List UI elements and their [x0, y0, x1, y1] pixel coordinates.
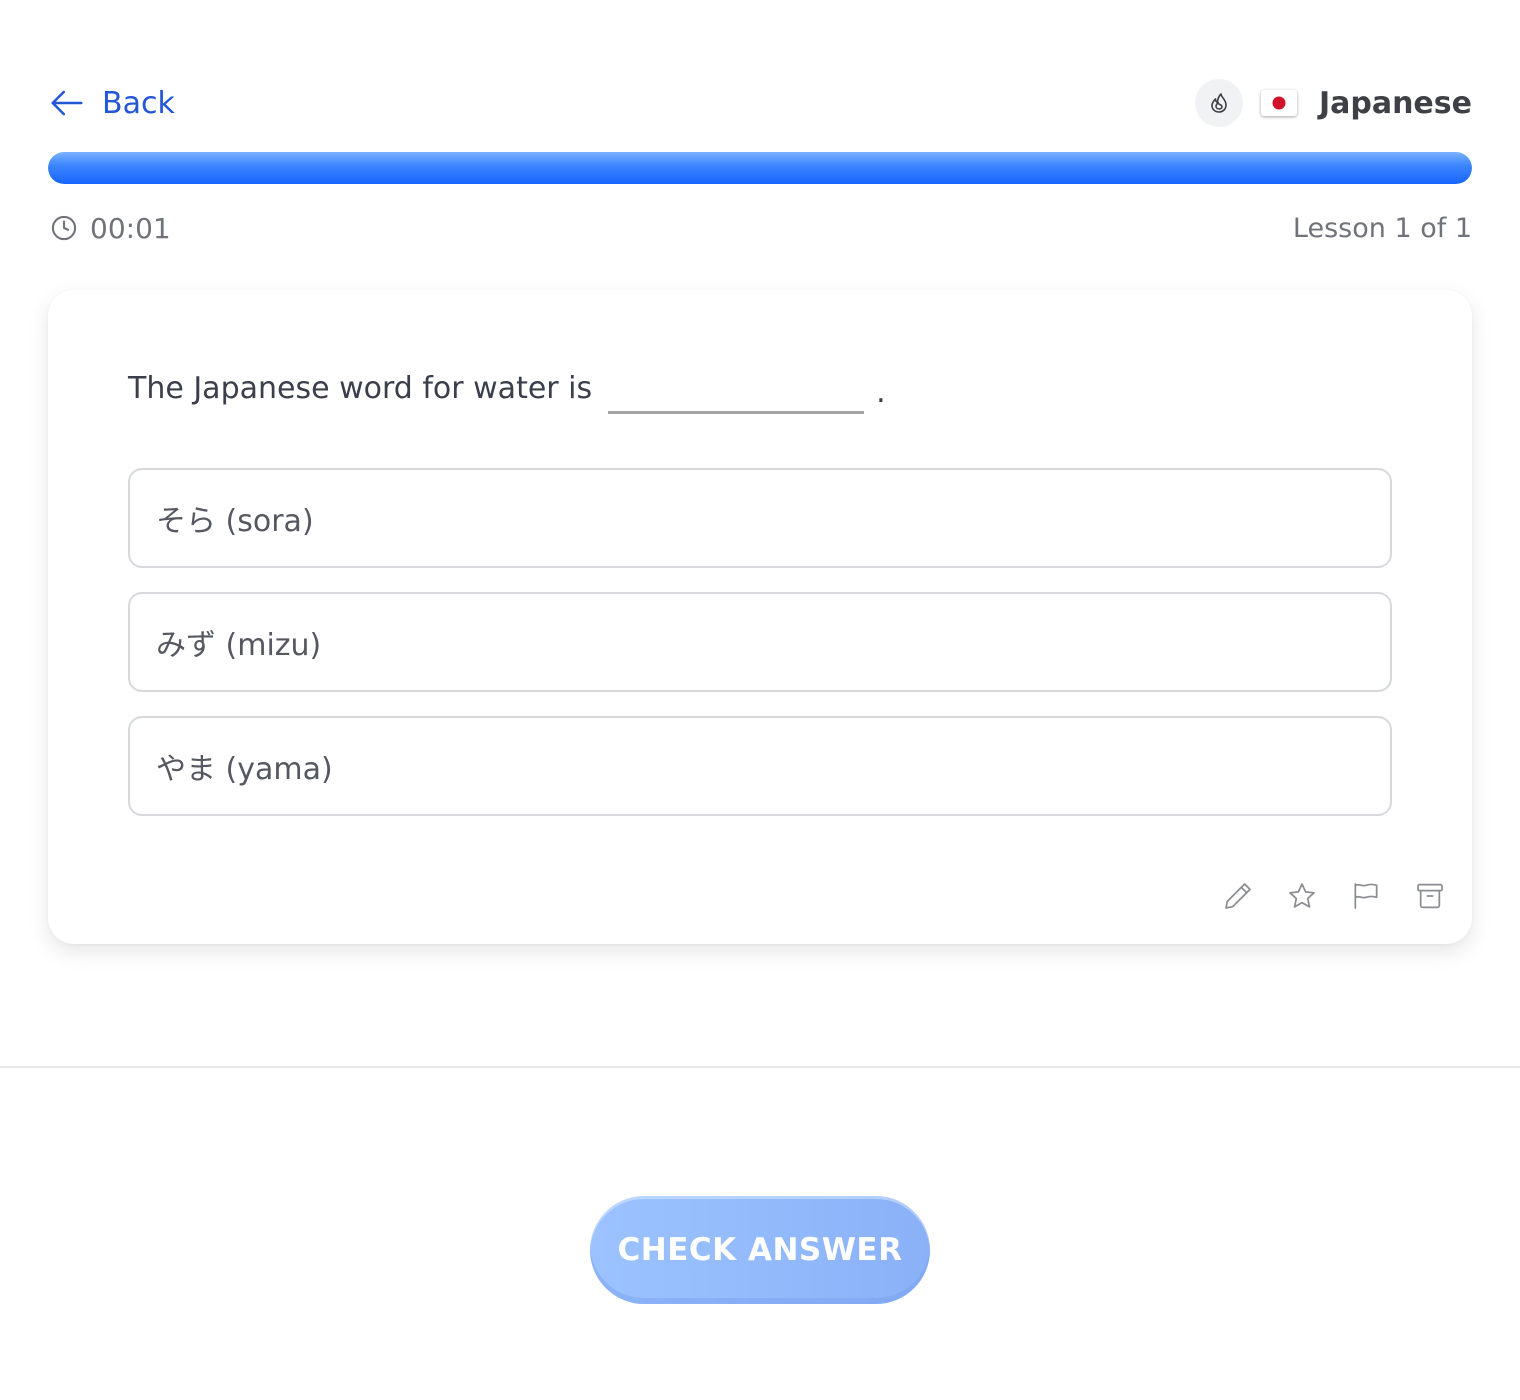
- back-button[interactable]: Back: [48, 78, 175, 128]
- timer: 00:01: [50, 206, 171, 250]
- streak-button[interactable]: [1194, 79, 1243, 127]
- footer-divider: [0, 1066, 1520, 1068]
- answer-blank: [608, 362, 865, 414]
- edit-button[interactable]: [1220, 878, 1256, 914]
- flame-icon: [1211, 93, 1227, 113]
- question-end-mark: .: [876, 374, 886, 410]
- check-answer-button[interactable]: CHECK ANSWER: [590, 1196, 930, 1304]
- answer-option[interactable]: そら (sora): [128, 468, 1392, 568]
- question-card: The Japanese word for water is . そら (sor…: [48, 290, 1472, 944]
- card-toolbar: [1220, 878, 1448, 914]
- report-button[interactable]: [1348, 878, 1384, 914]
- answer-options: そら (sora) みず (mizu) やま (yama): [128, 468, 1392, 840]
- lesson-progress-bar: [48, 152, 1472, 184]
- clock-icon: [51, 215, 77, 241]
- pencil-icon: [1225, 883, 1251, 909]
- answer-option[interactable]: やま (yama): [128, 716, 1392, 816]
- back-label: Back: [102, 85, 175, 121]
- progress-fill: [48, 152, 1472, 184]
- question-prompt: The Japanese word for water is .: [128, 360, 886, 416]
- archive-button[interactable]: [1412, 878, 1448, 914]
- favorite-button[interactable]: [1284, 878, 1320, 914]
- lesson-page: Back Japanese 00:01 Lesson 1 of 1 The Ja…: [0, 0, 1520, 1400]
- flag-icon: [1354, 883, 1378, 909]
- language-selector: Japanese: [1194, 78, 1472, 128]
- star-icon: [1289, 883, 1315, 908]
- language-name: Japanese: [1318, 85, 1472, 121]
- japan-flag-icon: [1260, 90, 1297, 116]
- question-text: The Japanese word for water is: [128, 370, 593, 406]
- lesson-counter: Lesson 1 of 1: [1292, 212, 1472, 244]
- answer-option[interactable]: みず (mizu): [128, 592, 1392, 692]
- timer-value: 00:01: [90, 211, 171, 245]
- arrow-left-icon: [51, 90, 83, 116]
- archive-icon: [1417, 883, 1443, 909]
